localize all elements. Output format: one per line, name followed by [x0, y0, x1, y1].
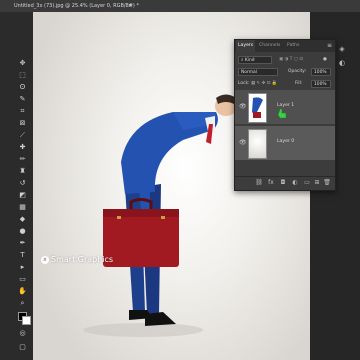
blend-mode-select[interactable]: Normal	[238, 68, 278, 76]
lock-icons[interactable]: ▦ ✎ ✥ ⊡ 🔒	[251, 79, 277, 88]
layer-row-layer-0[interactable]: 👁 Layer 0	[235, 126, 335, 160]
delete-layer-icon[interactable]: 🗑	[323, 179, 331, 187]
layer-thumbnail	[248, 129, 267, 159]
adjustment-layer-icon[interactable]: ◐	[291, 179, 299, 187]
crop-icon[interactable]: ⌗	[17, 106, 28, 117]
blur-icon[interactable]: ◆	[17, 214, 28, 225]
filter-icons[interactable]: ▣ ◑ T ▢ ⊡	[279, 55, 303, 64]
quick-select-icon[interactable]: ✎	[17, 94, 28, 105]
tab-layers[interactable]: Layers	[236, 40, 256, 52]
new-group-icon[interactable]: ▭	[303, 179, 311, 187]
screen-mode-icon[interactable]: ▢	[17, 342, 28, 353]
search-icon: ⌕	[41, 255, 49, 264]
layers-panel-tabs: Layers Channels Paths ≡	[235, 40, 335, 52]
shape-icon[interactable]: ▭	[17, 274, 28, 285]
move-icon[interactable]: ✥	[17, 58, 28, 69]
pen-icon[interactable]: ✒	[17, 238, 28, 249]
eraser-icon[interactable]: ◩	[17, 190, 28, 201]
dodge-icon[interactable]: ●	[17, 226, 28, 237]
tab-channels[interactable]: Channels	[259, 40, 280, 52]
brush-icon[interactable]: ✏	[17, 154, 28, 165]
frame-icon[interactable]: ⊠	[17, 118, 28, 129]
tools-panel: ✥ ⬚ ʘ ✎ ⌗ ⊠ ⟋ ✚ ✏ ♜ ↺ ◩ ▦ ◆ ● ✒ T ▸ ▭ ✋ …	[12, 12, 34, 360]
adjustments-panel-icon[interactable]: ◐	[336, 58, 348, 69]
link-layers-icon[interactable]: ⛓	[255, 179, 263, 187]
visibility-eye-icon[interactable]: 👁	[239, 139, 247, 146]
panel-menu-icon[interactable]: ≡	[327, 40, 332, 52]
hand-icon[interactable]: ✋	[17, 286, 28, 297]
opacity-label: Opacity:	[288, 69, 307, 74]
filter-toggle[interactable]: ●	[323, 55, 327, 64]
marquee-icon[interactable]: ⬚	[17, 70, 28, 81]
layers-panel-icon[interactable]: ◈	[336, 44, 348, 55]
quick-mask-icon[interactable]: ◎	[17, 328, 28, 339]
layer-filter-dropdown[interactable]: ⌕ Kind	[238, 56, 272, 64]
add-mask-icon[interactable]: ◘	[279, 179, 287, 187]
healing-icon[interactable]: ✚	[17, 142, 28, 153]
path-select-icon[interactable]: ▸	[17, 262, 28, 273]
gradient-icon[interactable]: ▦	[17, 202, 28, 213]
lock-label: Lock:	[238, 81, 250, 86]
lasso-icon[interactable]: ʘ	[17, 82, 28, 93]
layer-style-icon[interactable]: fx	[267, 179, 275, 187]
history-brush-icon[interactable]: ↺	[17, 178, 28, 189]
zoom-icon[interactable]: ⌕	[17, 298, 28, 309]
stamp-icon[interactable]: ♜	[17, 166, 28, 177]
document-tab-bar: Untitled_3x (73).jpg @ 25.4% (Layer 0, R…	[0, 0, 360, 12]
background-color-swatch[interactable]	[22, 316, 31, 325]
filter-kind-label: Kind	[244, 58, 255, 63]
new-layer-icon[interactable]: ⊞	[313, 179, 321, 187]
layer-thumbnail	[248, 93, 267, 123]
eyedropper-icon[interactable]: ⟋	[17, 130, 28, 141]
document-tab-title[interactable]: Untitled_3x (73).jpg @ 25.4% (Layer 0, R…	[14, 0, 139, 12]
type-icon[interactable]: T	[17, 250, 28, 261]
opacity-input[interactable]: 100%	[311, 68, 331, 76]
layer-name[interactable]: Layer 0	[277, 139, 294, 144]
pointer-cursor-icon	[277, 108, 287, 119]
fill-label: Fill:	[295, 81, 303, 86]
close-tab-icon[interactable]: ×	[128, 0, 132, 12]
layers-panel: Layers Channels Paths ≡ ⌕ Kind ▣ ◑ T ▢ ⊡…	[234, 39, 336, 191]
fill-input[interactable]: 100%	[311, 80, 331, 88]
tab-paths[interactable]: Paths	[287, 40, 300, 52]
layer-row-layer-1[interactable]: 👁 Layer 1	[235, 90, 335, 124]
smart-graphics-hint: ⌕ Smart Graphics	[41, 255, 113, 264]
visibility-eye-icon[interactable]: 👁	[239, 103, 247, 110]
smart-graphics-label: Smart Graphics	[51, 255, 114, 264]
layers-panel-footer: ⛓ fx ◘ ◐ ▭ ⊞ 🗑	[235, 176, 335, 190]
